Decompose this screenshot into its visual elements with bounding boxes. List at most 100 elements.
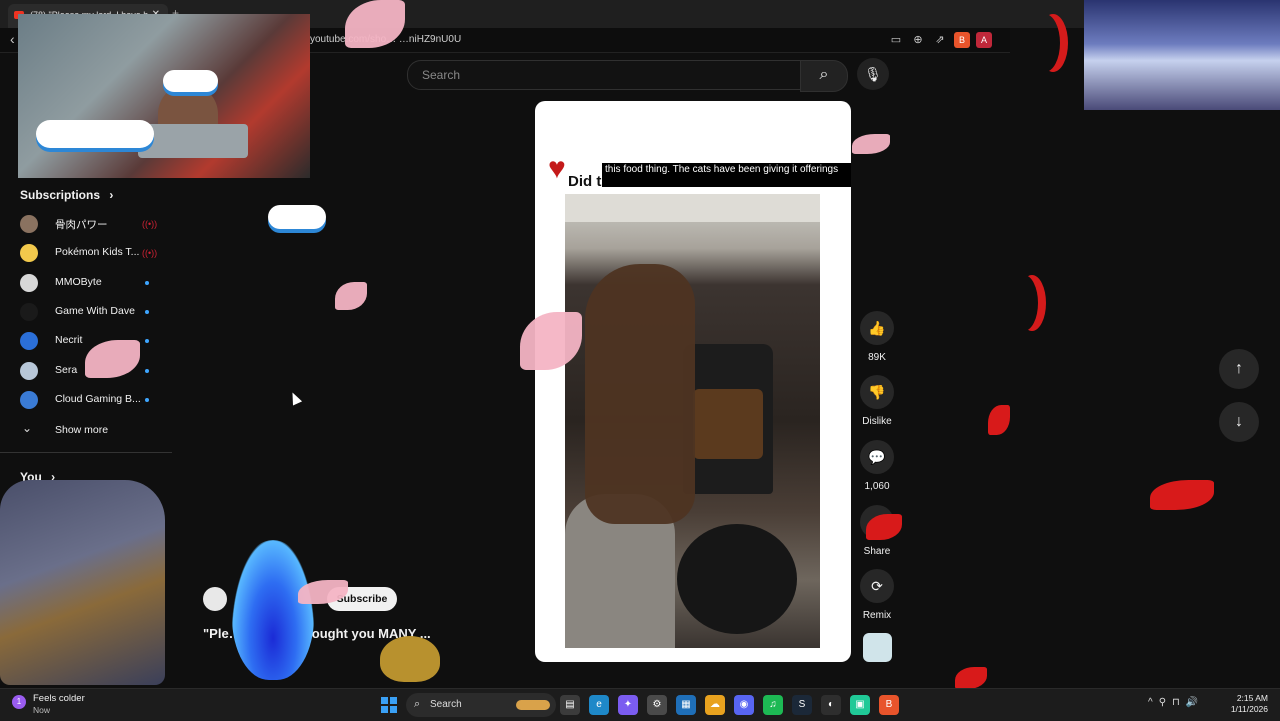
short-player[interactable]: Did t… this food thing. The cats have be… — [535, 101, 851, 662]
game-launcher-icon[interactable]: ▣ — [850, 695, 870, 715]
chevron-right-icon: › — [109, 188, 114, 202]
blue-flame-sprite — [232, 540, 314, 680]
cloud-sprite — [163, 70, 218, 92]
subscription-name: Sera — [55, 363, 78, 376]
channel-avatar[interactable] — [203, 587, 227, 611]
taskbar-search[interactable]: ⌕ Search — [406, 693, 556, 717]
remix-icon[interactable]: ⟳ — [860, 569, 894, 603]
weather-app-icon[interactable]: ☁ — [705, 695, 725, 715]
sound-thumbnail[interactable] — [863, 633, 892, 662]
sidebar-item-subscription[interactable]: Pokémon Kids T... ((•)) — [20, 242, 172, 264]
search-box — [407, 60, 801, 90]
show-more-label: Show more — [55, 424, 109, 436]
copilot-icon[interactable]: ✦ — [618, 695, 638, 715]
sidebar-item-subscription[interactable]: MMOByte — [20, 272, 172, 294]
thumbs-up-icon[interactable]: 👍 — [860, 311, 894, 345]
settings-icon[interactable]: ⚙ — [647, 695, 667, 715]
chevron-down-icon: ⌄ — [22, 421, 33, 435]
live-icon: ((•)) — [142, 219, 158, 229]
webcam-overlay — [18, 14, 310, 178]
edge-icon[interactable]: e — [589, 695, 609, 715]
like-action[interactable]: 👍 89K — [860, 311, 894, 363]
dislike-action[interactable]: 👎 Dislike — [860, 375, 894, 427]
new-content-dot-icon — [145, 339, 149, 344]
thumbs-down-icon[interactable]: 👎 — [860, 375, 894, 409]
heart-sprite: ♥ — [548, 152, 566, 185]
petal-sprite — [335, 282, 367, 310]
feeder-bowl — [677, 524, 797, 634]
clock-time: 2:15 AM — [1236, 693, 1268, 703]
sidebar-item-subscription[interactable]: Game With Dave — [20, 301, 172, 323]
remix-action[interactable]: ⟳ Remix — [860, 569, 894, 621]
voice-search-icon[interactable]: 🎙 — [857, 58, 889, 90]
channel-avatar — [20, 273, 38, 292]
comments-action[interactable]: 💬 1,060 — [860, 440, 894, 492]
clock-date: 1/11/2026 — [1230, 704, 1268, 714]
windows-start-icon[interactable] — [381, 697, 397, 713]
cloud-sprite — [268, 205, 326, 229]
pen-icon[interactable]: ⚲ — [1159, 697, 1166, 708]
short-video-frame[interactable] — [565, 194, 820, 648]
streamer-microphone — [138, 124, 248, 158]
red-petal-sprite — [1150, 480, 1214, 510]
network-icon[interactable]: ⊓ — [1172, 697, 1180, 708]
like-count: 89K — [868, 352, 886, 363]
sidebar-divider — [0, 452, 172, 453]
clock[interactable]: 2:15 AM 1/11/2026 — [1226, 693, 1268, 715]
feeder-lid — [565, 194, 820, 222]
tray-overflow-icon[interactable]: ^ — [1148, 697, 1153, 708]
volume-icon[interactable]: 🔊 — [1186, 697, 1198, 708]
subscriptions-heading[interactable]: Subscriptions › — [20, 188, 113, 202]
zoom-icon[interactable]: ⊕ — [910, 32, 926, 48]
channel-avatar — [20, 302, 38, 321]
new-content-dot-icon — [145, 368, 149, 373]
kibble-window — [693, 389, 763, 459]
sidebar-item-subscription[interactable]: 骨肉パワー ((•)) — [20, 213, 172, 235]
sidebar-item-subscription[interactable]: Cloud Gaming B... — [20, 389, 172, 411]
dislike-label: Dislike — [862, 416, 892, 427]
weather-text: Feels colder — [33, 693, 85, 704]
subscription-name: Game With Dave — [55, 304, 135, 317]
share-page-icon[interactable]: ⇗ — [932, 32, 948, 48]
back-button[interactable]: ‹ — [10, 31, 15, 47]
new-content-dot-icon — [145, 280, 149, 285]
spotify-icon[interactable]: ♫ — [763, 695, 783, 715]
obs-icon[interactable]: ◐ — [821, 695, 841, 715]
steam-icon[interactable]: S — [792, 695, 812, 715]
live-icon: ((•)) — [142, 248, 158, 259]
discord-icon[interactable]: ◉ — [734, 695, 754, 715]
red-petal-sprite — [988, 405, 1010, 435]
game-overlay — [1084, 0, 1280, 110]
petal-sprite — [852, 134, 890, 154]
new-content-dot-icon — [145, 309, 149, 314]
subscription-name: Cloud Gaming B... — [55, 392, 141, 405]
red-petal-sprite — [866, 514, 902, 540]
search-highlight-icon — [516, 700, 550, 710]
weather-badge: 1 — [12, 695, 26, 709]
previous-short-button[interactable]: ↑ — [1219, 349, 1259, 389]
search-input[interactable] — [420, 67, 784, 83]
channel-avatar — [20, 390, 38, 409]
file-explorer-icon[interactable]: ▤ — [560, 695, 580, 715]
next-short-button[interactable]: ↓ — [1219, 402, 1259, 442]
channel-avatar — [20, 215, 38, 233]
channel-avatar — [20, 361, 38, 380]
windows-taskbar: 1 Feels colder Now ⌕ Search ▤ e ✦ ⚙ ▦ ☁ ◉ ♫ S ◐ ▣ B… — [0, 688, 1280, 721]
comment-icon[interactable]: 💬 — [860, 440, 894, 474]
subscription-name: 骨肉パワー — [55, 219, 108, 231]
reader-mode-icon[interactable]: ▭ — [888, 32, 904, 48]
search-button[interactable]: ⌕ — [800, 60, 848, 92]
store-icon[interactable]: ▦ — [676, 695, 696, 715]
rewards-icon[interactable]: A — [976, 32, 992, 48]
comment-count: 1,060 — [864, 481, 890, 492]
brave-icon[interactable]: B — [879, 695, 899, 715]
frog-sprite — [380, 636, 440, 682]
brave-shields-icon[interactable]: B — [954, 32, 970, 48]
address-bar-icons: ▭ ⊕ ⇗ B A — [888, 32, 992, 48]
cloud-sprite — [36, 120, 154, 148]
show-more-button[interactable]: ⌄ Show more — [20, 421, 160, 441]
cat — [585, 264, 695, 524]
channel-avatar — [20, 244, 38, 263]
red-petal-sprite — [955, 667, 987, 689]
knight-sprite — [0, 480, 165, 685]
